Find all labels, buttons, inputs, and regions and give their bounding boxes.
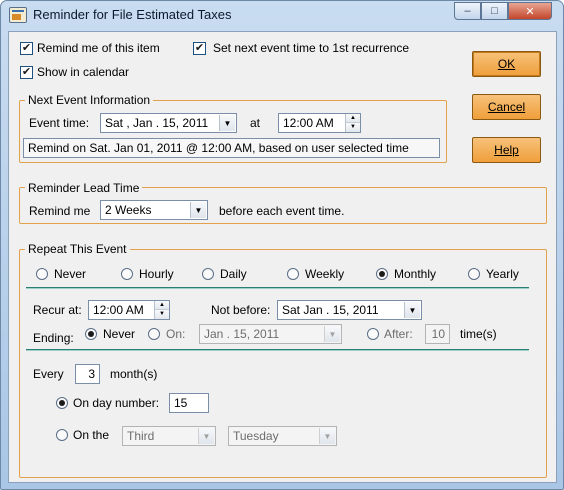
not-before-label: Not before: — [211, 303, 271, 317]
ending-on-label: On: — [166, 327, 186, 341]
radio-ending-after[interactable] — [367, 328, 379, 340]
event-date-value: Sat , Jan . 15, 2011 — [105, 116, 209, 130]
recur-at-input[interactable]: 12:00 AM ▲ ▼ — [88, 300, 170, 320]
ordinal-value: Third — [127, 429, 155, 443]
radio-on-the[interactable] — [56, 429, 68, 441]
reminder-summary: Remind on Sat. Jan 01, 2011 @ 12:00 AM, … — [23, 138, 440, 158]
separator — [26, 349, 529, 351]
separator — [26, 287, 529, 289]
on-the-label: On the — [73, 428, 110, 442]
ordinal-select[interactable]: Third ▼ — [122, 426, 216, 446]
set-next-label: Set next event time to 1st recurrence — [213, 41, 410, 55]
recur-at-label: Recur at: — [33, 303, 82, 317]
repeat-group-title: Repeat This Event — [25, 242, 130, 256]
ending-after-label: After: — [384, 327, 413, 341]
ok-button[interactable]: OK — [472, 51, 541, 77]
lead-time-value: 2 Weeks — [105, 203, 152, 217]
title-bar[interactable]: Reminder for File Estimated Taxes – □ ✕ — [1, 1, 563, 29]
radio-hourly[interactable] — [121, 268, 133, 280]
frequency-never-label: Never — [54, 267, 87, 281]
frequency-monthly-label: Monthly — [394, 267, 437, 281]
time-spinner[interactable]: ▲ ▼ — [154, 301, 169, 319]
chevron-down-icon[interactable]: ▼ — [319, 428, 335, 444]
event-time-input[interactable]: 12:00 AM ▲ ▼ — [278, 113, 361, 133]
app-icon — [9, 7, 27, 23]
remind-checkbox[interactable]: ✔ — [20, 42, 33, 55]
times-label: time(s) — [460, 327, 497, 341]
not-before-picker[interactable]: Sat Jan . 15, 2011 ▼ — [277, 300, 422, 320]
chevron-down-icon[interactable]: ▼ — [190, 202, 206, 218]
chevron-down-icon[interactable]: ▼ — [219, 115, 235, 131]
radio-monthly[interactable] — [376, 268, 388, 280]
not-before-value: Sat Jan . 15, 2011 — [282, 303, 379, 317]
dialog-body: ✔ Remind me of this item ✔ Set next even… — [8, 31, 557, 483]
close-button[interactable]: ✕ — [508, 2, 552, 20]
lead-time-select[interactable]: 2 Weeks ▼ — [100, 200, 208, 220]
maximize-button[interactable]: □ — [481, 2, 508, 20]
ending-on-value: Jan . 15, 2011 — [204, 327, 280, 341]
weekday-select[interactable]: Tuesday ▼ — [228, 426, 337, 446]
radio-daily[interactable] — [202, 268, 214, 280]
chevron-down-icon[interactable]: ▼ — [324, 326, 340, 342]
set-next-checkbox[interactable]: ✔ — [193, 42, 206, 55]
show-calendar-label: Show in calendar — [37, 65, 130, 79]
every-label: Every — [33, 367, 64, 381]
chevron-down-icon[interactable]: ▼ — [404, 302, 420, 318]
spin-down-icon[interactable]: ▼ — [155, 310, 169, 319]
radio-ending-on[interactable] — [148, 328, 160, 340]
spin-down-icon[interactable]: ▼ — [346, 123, 360, 132]
reminder-window: Reminder for File Estimated Taxes – □ ✕ … — [0, 0, 564, 490]
event-time-value: 12:00 AM — [283, 116, 334, 130]
ending-on-picker[interactable]: Jan . 15, 2011 ▼ — [199, 324, 342, 344]
remind-label: Remind me of this item — [37, 41, 160, 55]
radio-yearly[interactable] — [468, 268, 480, 280]
show-calendar-checkbox[interactable]: ✔ — [20, 66, 33, 79]
radio-ending-never[interactable] — [85, 328, 97, 340]
at-label: at — [250, 116, 261, 130]
frequency-weekly-label: Weekly — [305, 267, 345, 281]
day-number-input[interactable]: 15 — [169, 393, 209, 413]
ending-label: Ending: — [33, 331, 74, 345]
radio-on-day-number[interactable] — [56, 397, 68, 409]
time-spinner[interactable]: ▲ ▼ — [345, 114, 360, 132]
frequency-daily-label: Daily — [220, 267, 247, 281]
on-day-number-label: On day number: — [73, 396, 160, 410]
radio-weekly[interactable] — [287, 268, 299, 280]
frequency-yearly-label: Yearly — [486, 267, 519, 281]
next-event-group-title: Next Event Information — [25, 93, 154, 107]
lead-time-suffix: before each event time. — [219, 204, 345, 218]
spin-up-icon[interactable]: ▲ — [346, 114, 360, 123]
remind-me-label: Remind me — [29, 204, 91, 218]
help-button[interactable]: Help — [472, 137, 541, 163]
event-time-label: Event time: — [29, 116, 90, 130]
cancel-button[interactable]: Cancel — [472, 94, 541, 120]
radio-never[interactable] — [36, 268, 48, 280]
lead-time-group-title: Reminder Lead Time — [25, 181, 143, 195]
minimize-button[interactable]: – — [454, 2, 481, 20]
month-label: month(s) — [110, 367, 158, 381]
ending-after-input[interactable]: 10 — [425, 324, 450, 344]
window-title: Reminder for File Estimated Taxes — [33, 7, 232, 22]
weekday-value: Tuesday — [233, 429, 279, 443]
ending-never-label: Never — [103, 327, 136, 341]
recur-at-value: 12:00 AM — [93, 303, 144, 317]
frequency-hourly-label: Hourly — [139, 267, 174, 281]
event-date-picker[interactable]: Sat , Jan . 15, 2011 ▼ — [100, 113, 237, 133]
spin-up-icon[interactable]: ▲ — [155, 301, 169, 310]
every-input[interactable]: 3 — [75, 364, 100, 384]
chevron-down-icon[interactable]: ▼ — [198, 428, 214, 444]
